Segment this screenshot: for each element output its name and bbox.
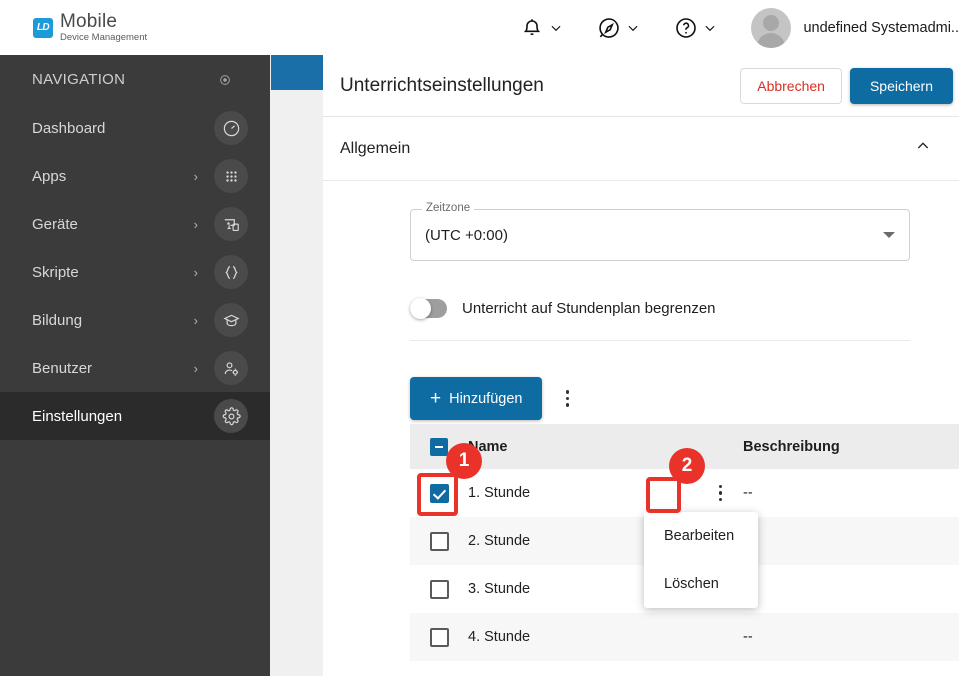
accent-block [271, 55, 323, 90]
sidebar: NAVIGATION Dashboard Apps › Geräte › Skr… [0, 55, 270, 676]
top-bar: LD Mobile Device Management undefined Sy… [0, 0, 959, 55]
sidebar-heading: NAVIGATION [0, 55, 270, 104]
chevron-right-icon: › [193, 264, 198, 280]
table-row[interactable]: 1. Stunde -- [410, 469, 959, 517]
user-menu[interactable]: undefined Systemadmi.. [751, 7, 959, 48]
add-button-label: Hinzufügen [449, 390, 523, 407]
page-header: Unterrichtseinstellungen Abbrechen Speic… [323, 55, 959, 117]
header-actions: undefined Systemadmi.. [520, 0, 959, 55]
content-panel: Unterrichtseinstellungen Abbrechen Speic… [323, 55, 959, 676]
row-kebab-menu-icon[interactable] [711, 481, 731, 505]
grid-apps-icon [214, 159, 248, 193]
chevron-right-icon: › [193, 360, 198, 376]
notifications-menu[interactable] [520, 16, 563, 40]
menu-item-bearbeiten[interactable]: Bearbeiten [644, 512, 758, 560]
limit-lesson-toggle-row[interactable]: Unterricht auf Stundenplan begrenzen [410, 298, 910, 341]
save-button[interactable]: Speichern [849, 67, 953, 104]
caret-down-icon [883, 232, 895, 238]
row-checkbox[interactable] [429, 627, 449, 647]
sidebar-item-label: Geräte [32, 215, 78, 233]
help-menu[interactable] [674, 16, 717, 40]
chevron-down-icon [703, 21, 717, 35]
column-header-name: Name [468, 438, 508, 455]
section-body: Zeitzone (UTC +0:00) Unterricht auf Stun… [323, 181, 959, 420]
braces-icon [214, 255, 248, 289]
timezone-value: (UTC +0:00) [425, 226, 508, 244]
help-circle-icon [674, 16, 698, 40]
compass-icon [597, 16, 621, 40]
brand-title: Mobile [60, 11, 118, 33]
sidebar-item-label: Einstellungen [32, 407, 123, 425]
row-checkbox-cell [410, 483, 468, 503]
brand-logo[interactable]: LD Mobile Device Management [33, 12, 147, 43]
table-toolbar: + Hinzufügen [410, 377, 959, 420]
row-description: -- [743, 629, 753, 645]
logo-mark-icon: LD [33, 17, 53, 38]
user-settings-icon [214, 351, 248, 385]
sidebar-item-apps[interactable]: Apps › [0, 152, 270, 200]
sidebar-item-dashboard[interactable]: Dashboard [0, 104, 270, 152]
sidebar-item-bildung[interactable]: Bildung › [0, 296, 270, 344]
user-name-label: undefined Systemadmi.. [803, 19, 959, 36]
gauge-icon [214, 111, 248, 145]
section-title: Allgemein [340, 139, 411, 157]
brand-subtitle: Device Management [60, 32, 148, 44]
row-checkbox[interactable] [429, 483, 449, 503]
sidebar-item-skripte[interactable]: Skripte › [0, 248, 270, 296]
plus-icon: + [430, 388, 442, 409]
avatar [751, 7, 792, 48]
sidebar-heading-label: NAVIGATION [32, 71, 126, 88]
cancel-button[interactable]: Abbrechen [740, 67, 842, 104]
toolbar-overflow-menu-icon[interactable] [556, 386, 578, 412]
brand-text: Mobile Device Management [60, 12, 147, 43]
sidebar-item-benutzer[interactable]: Benutzer › [0, 344, 270, 392]
sidebar-item-label: Dashboard [32, 119, 106, 137]
chevron-right-icon: › [193, 168, 198, 184]
add-button[interactable]: + Hinzufügen [410, 377, 543, 420]
sidebar-item-einstellungen[interactable]: Einstellungen [0, 392, 270, 440]
section-header-allgemein[interactable]: Allgemein [323, 117, 959, 181]
page-title: Unterrichtseinstellungen [340, 74, 544, 96]
column-header-description: Beschreibung [743, 438, 840, 455]
chevron-right-icon: › [193, 312, 198, 328]
row-description: -- [743, 485, 753, 501]
pin-target-icon[interactable] [218, 73, 232, 87]
chevron-down-icon [549, 21, 563, 35]
sidebar-item-label: Apps [32, 167, 67, 185]
select-all-checkbox[interactable] [430, 437, 448, 456]
row-checkbox-cell [410, 531, 468, 551]
bell-icon [520, 16, 544, 40]
timezone-label: Zeitzone [422, 202, 475, 214]
sidebar-item-label: Skripte [32, 263, 79, 281]
page-actions: Abbrechen Speichern [740, 67, 953, 104]
row-checkbox[interactable] [429, 579, 449, 599]
limit-lesson-toggle[interactable] [410, 298, 447, 319]
table-header-row: Name Beschreibung [410, 424, 959, 469]
chevron-up-icon[interactable] [915, 138, 931, 159]
row-checkbox-cell [410, 579, 468, 599]
chevron-down-icon [626, 21, 640, 35]
graduation-icon [214, 303, 248, 337]
sidebar-item-label: Bildung [32, 311, 83, 329]
row-name: 1. Stunde [468, 485, 531, 501]
sidebar-item-geraete[interactable]: Geräte › [0, 200, 270, 248]
row-name: 4. Stunde [468, 629, 531, 645]
content-gutter [270, 55, 323, 676]
devices-icon [214, 207, 248, 241]
row-context-menu: Bearbeiten Löschen [644, 512, 758, 608]
chevron-right-icon: › [193, 216, 198, 232]
table-row[interactable]: 4. Stunde -- [410, 613, 959, 661]
limit-lesson-toggle-label: Unterricht auf Stundenplan begrenzen [462, 300, 716, 317]
explore-menu[interactable] [597, 16, 640, 40]
row-actions-cell [698, 481, 743, 505]
row-checkbox-cell [410, 627, 468, 647]
row-checkbox[interactable] [429, 531, 449, 551]
app-root: LD Mobile Device Management undefined Sy… [0, 0, 959, 676]
timezone-select[interactable]: Zeitzone (UTC +0:00) [410, 202, 910, 261]
sidebar-item-label: Benutzer [32, 359, 93, 377]
menu-item-loeschen[interactable]: Löschen [644, 560, 758, 608]
gear-icon [214, 399, 248, 433]
select-all-cell [410, 437, 468, 456]
